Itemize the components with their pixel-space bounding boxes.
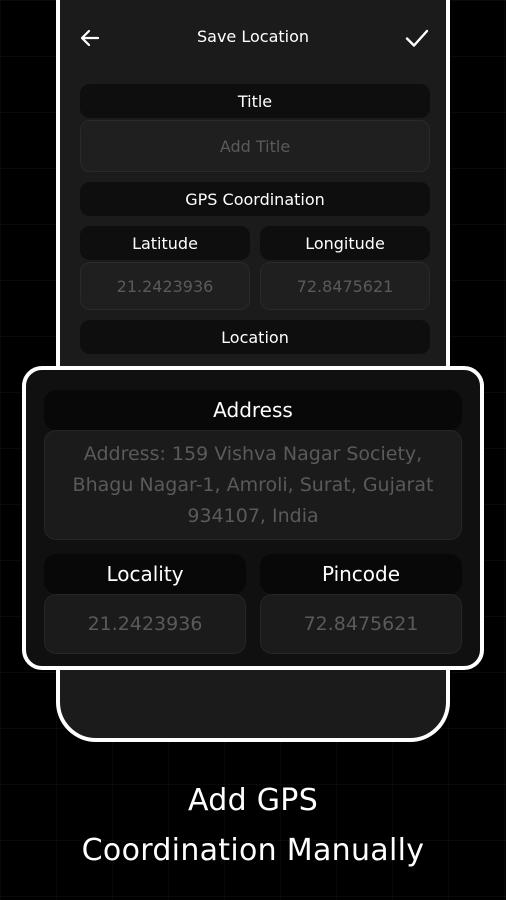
address-label: Address	[44, 390, 462, 430]
title-label: Title	[80, 84, 430, 118]
longitude-input[interactable]: 72.8475621	[260, 262, 430, 310]
latitude-input[interactable]: 21.2423936	[80, 262, 250, 310]
pincode-input[interactable]: 72.8475621	[260, 594, 462, 654]
title-input[interactable]: Add Title	[80, 120, 430, 172]
checkmark-icon	[405, 29, 429, 47]
top-bar: Save Location	[60, 6, 446, 66]
caption-line-2: Coordination Manually	[81, 833, 425, 868]
address-input[interactable]: Address: 159 Vishva Nagar Society, Bhagu…	[44, 430, 462, 540]
latitude-label: Latitude	[80, 226, 250, 260]
screen-title: Save Location	[196, 27, 310, 46]
address-card: Address Address: 159 Vishva Nagar Societ…	[22, 366, 484, 670]
caption-line-1: Add GPS	[187, 783, 319, 818]
locality-label: Locality	[44, 554, 246, 594]
save-confirm-button[interactable]	[404, 26, 430, 50]
pincode-label: Pincode	[260, 554, 462, 594]
gps-coordination-label: GPS Coordination	[80, 182, 430, 216]
longitude-label: Longitude	[260, 226, 430, 260]
location-label: Location	[80, 320, 430, 354]
promo-caption: Add GPS Coordination Manually	[0, 776, 506, 876]
locality-input[interactable]: 21.2423936	[44, 594, 246, 654]
